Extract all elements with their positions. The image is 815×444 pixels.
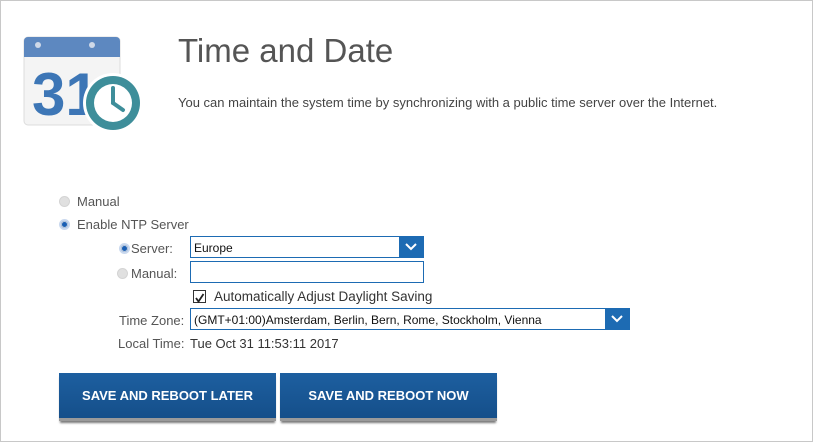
server-radio[interactable] — [119, 243, 130, 254]
manual-mode-radio[interactable] — [59, 196, 70, 207]
timezone-select-value: (GMT+01:00)Amsterdam, Berlin, Bern, Rome… — [194, 313, 542, 327]
chevron-down-icon[interactable] — [605, 309, 629, 329]
manual-mode-label[interactable]: Manual — [77, 194, 120, 209]
server-label: Server: — [131, 241, 173, 256]
save-reboot-now-button[interactable]: SAVE AND REBOOT NOW — [280, 373, 497, 421]
timezone-select[interactable]: (GMT+01:00)Amsterdam, Berlin, Bern, Rome… — [190, 308, 630, 330]
page-description: You can maintain the system time by sync… — [178, 95, 718, 110]
dst-checkbox[interactable] — [193, 290, 206, 304]
save-reboot-later-button[interactable]: SAVE AND REBOOT LATER — [59, 373, 276, 421]
dst-label[interactable]: Automatically Adjust Daylight Saving — [214, 289, 432, 304]
chevron-down-icon[interactable] — [399, 237, 423, 257]
calendar-clock-icon: 31 — [23, 36, 143, 133]
manual-server-radio[interactable] — [117, 268, 128, 279]
manual-server-input[interactable] — [190, 261, 424, 283]
page-title: Time and Date — [178, 32, 394, 69]
checkmark-icon — [195, 293, 205, 304]
server-select[interactable]: Europe — [190, 236, 424, 258]
ntp-mode-radio[interactable] — [59, 219, 70, 230]
local-time-value: Tue Oct 31 11:53:11 2017 — [190, 336, 339, 351]
ntp-mode-label[interactable]: Enable NTP Server — [77, 217, 189, 232]
timezone-label: Time Zone: — [119, 313, 185, 328]
local-time-label: Local Time: — [118, 336, 185, 351]
server-select-value: Europe — [194, 241, 233, 255]
manual-server-label: Manual: — [131, 266, 178, 281]
